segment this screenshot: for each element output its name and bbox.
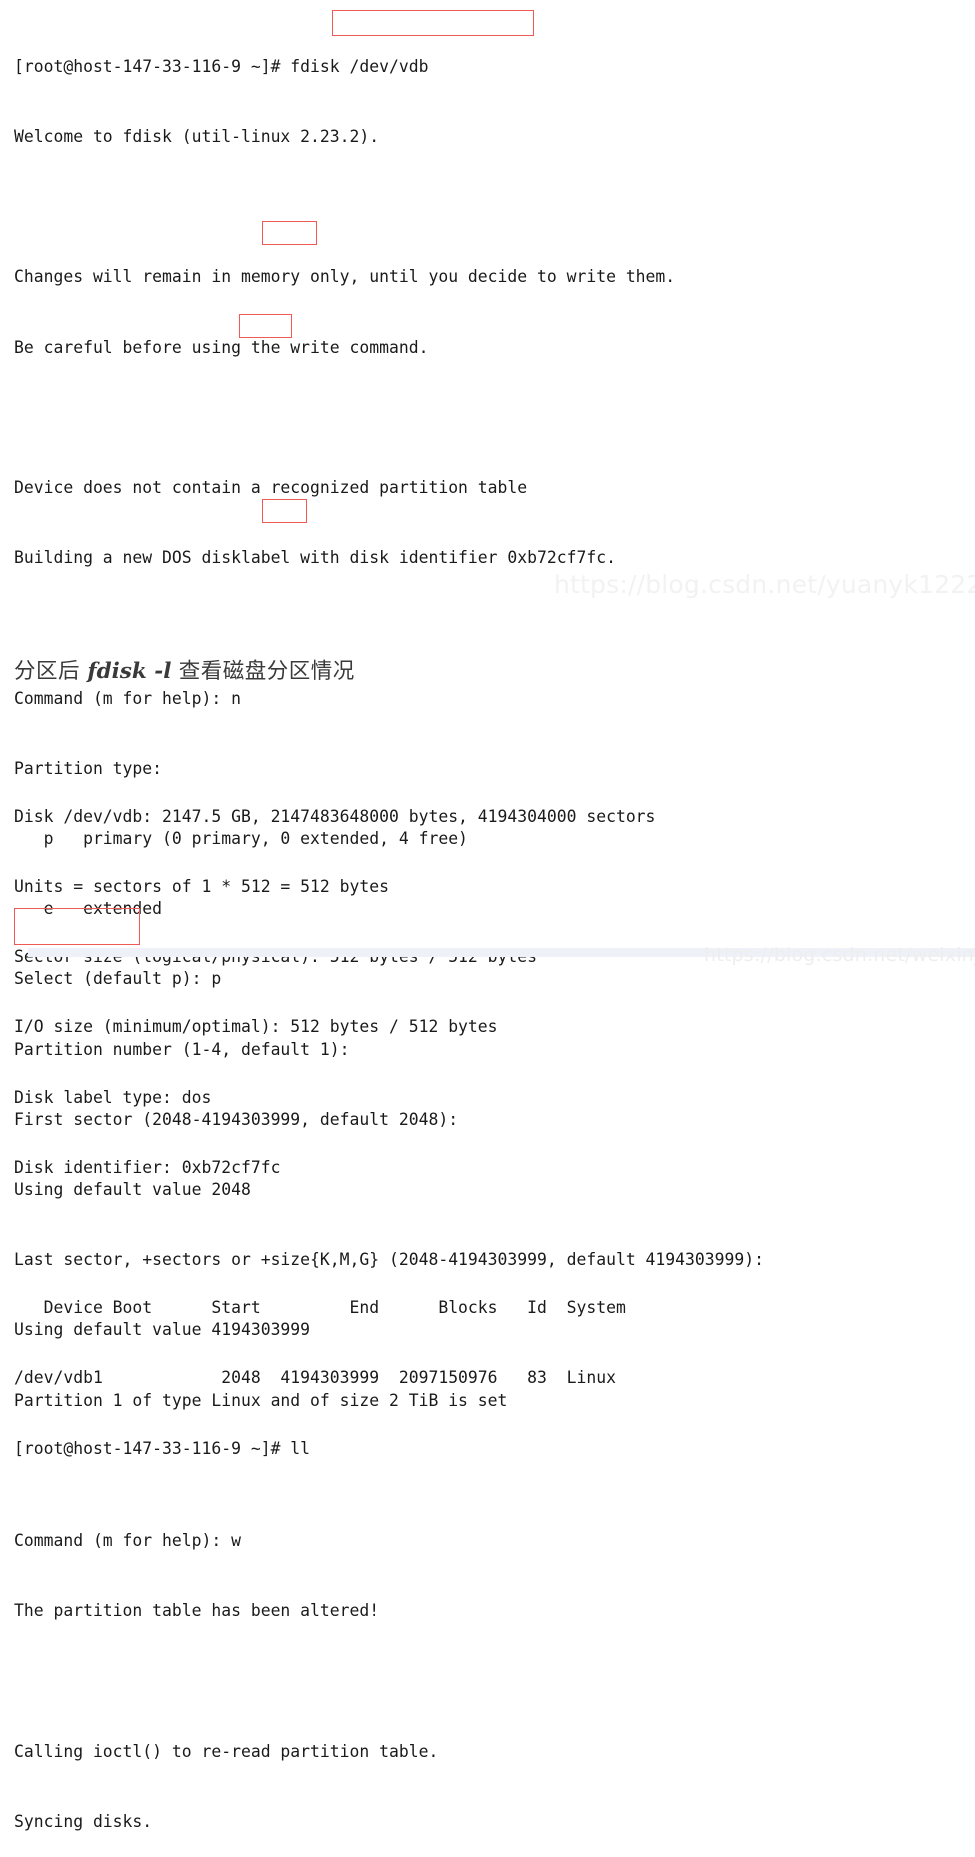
terminal-line-warn-memory: Changes will remain in memory only, unti… (14, 267, 676, 287)
heading-command-text: fdisk -l (87, 659, 172, 684)
terminal-line-calling-ioctl: Calling ioctl() to re-read partition tab… (14, 1741, 439, 1761)
terminal-line-units: Units = sectors of 1 * 512 = 512 bytes (14, 877, 389, 897)
terminal-line-prompt-ll: [root@host-147-33-116-9 ~]# ll (14, 1438, 311, 1458)
terminal-line-building-disklabel: Building a new DOS disklabel with disk i… (14, 548, 616, 568)
heading-prefix-text: 分区后 (14, 659, 88, 684)
terminal-line-syncing-disks: Syncing disks. (14, 1811, 153, 1831)
terminal-line-table-altered: The partition table has been altered! (14, 1601, 380, 1621)
terminal-line-command-n: Command (m for help): n (14, 688, 241, 708)
terminal-line-welcome: Welcome to fdisk (util-linux 2.23.2). (14, 127, 380, 147)
heading-suffix-text: 查看磁盘分区情况 (171, 659, 355, 684)
terminal-line-disk-label-type: Disk label type: dos (14, 1087, 212, 1107)
watermark-bottom: https://blog.csdn.net/weixin_36008116 (704, 944, 975, 966)
terminal-line-warn-careful: Be careful before using the write comman… (14, 337, 429, 357)
terminal-disk-listing-output: Disk /dev/vdb: 2147.5 GB, 2147483648000 … (14, 758, 655, 1483)
section-heading: 分区后 fdisk -l 查看磁盘分区情况 (14, 654, 355, 685)
terminal-line-command-w: Command (m for help): w (14, 1531, 241, 1551)
terminal-line-prompt-fdisk: [root@host-147-33-116-9 ~]# fdisk /dev/v… (14, 56, 429, 76)
terminal-line-io-size: I/O size (minimum/optimal): 512 bytes / … (14, 1017, 498, 1037)
watermark-top: https://blog.csdn.net/yuanyk1222 (554, 570, 975, 599)
terminal-line-no-partition-table: Device does not contain a recognized par… (14, 478, 528, 498)
partition-table-header: Device Boot Start End Blocks Id System (14, 1298, 626, 1318)
terminal-line-disk-summary: Disk /dev/vdb: 2147.5 GB, 2147483648000 … (14, 806, 656, 826)
terminal-line-disk-identifier: Disk identifier: 0xb72cf7fc (14, 1157, 281, 1177)
partition-table-row: /dev/vdb1 2048 4194303999 2097150976 83 … (14, 1368, 616, 1388)
